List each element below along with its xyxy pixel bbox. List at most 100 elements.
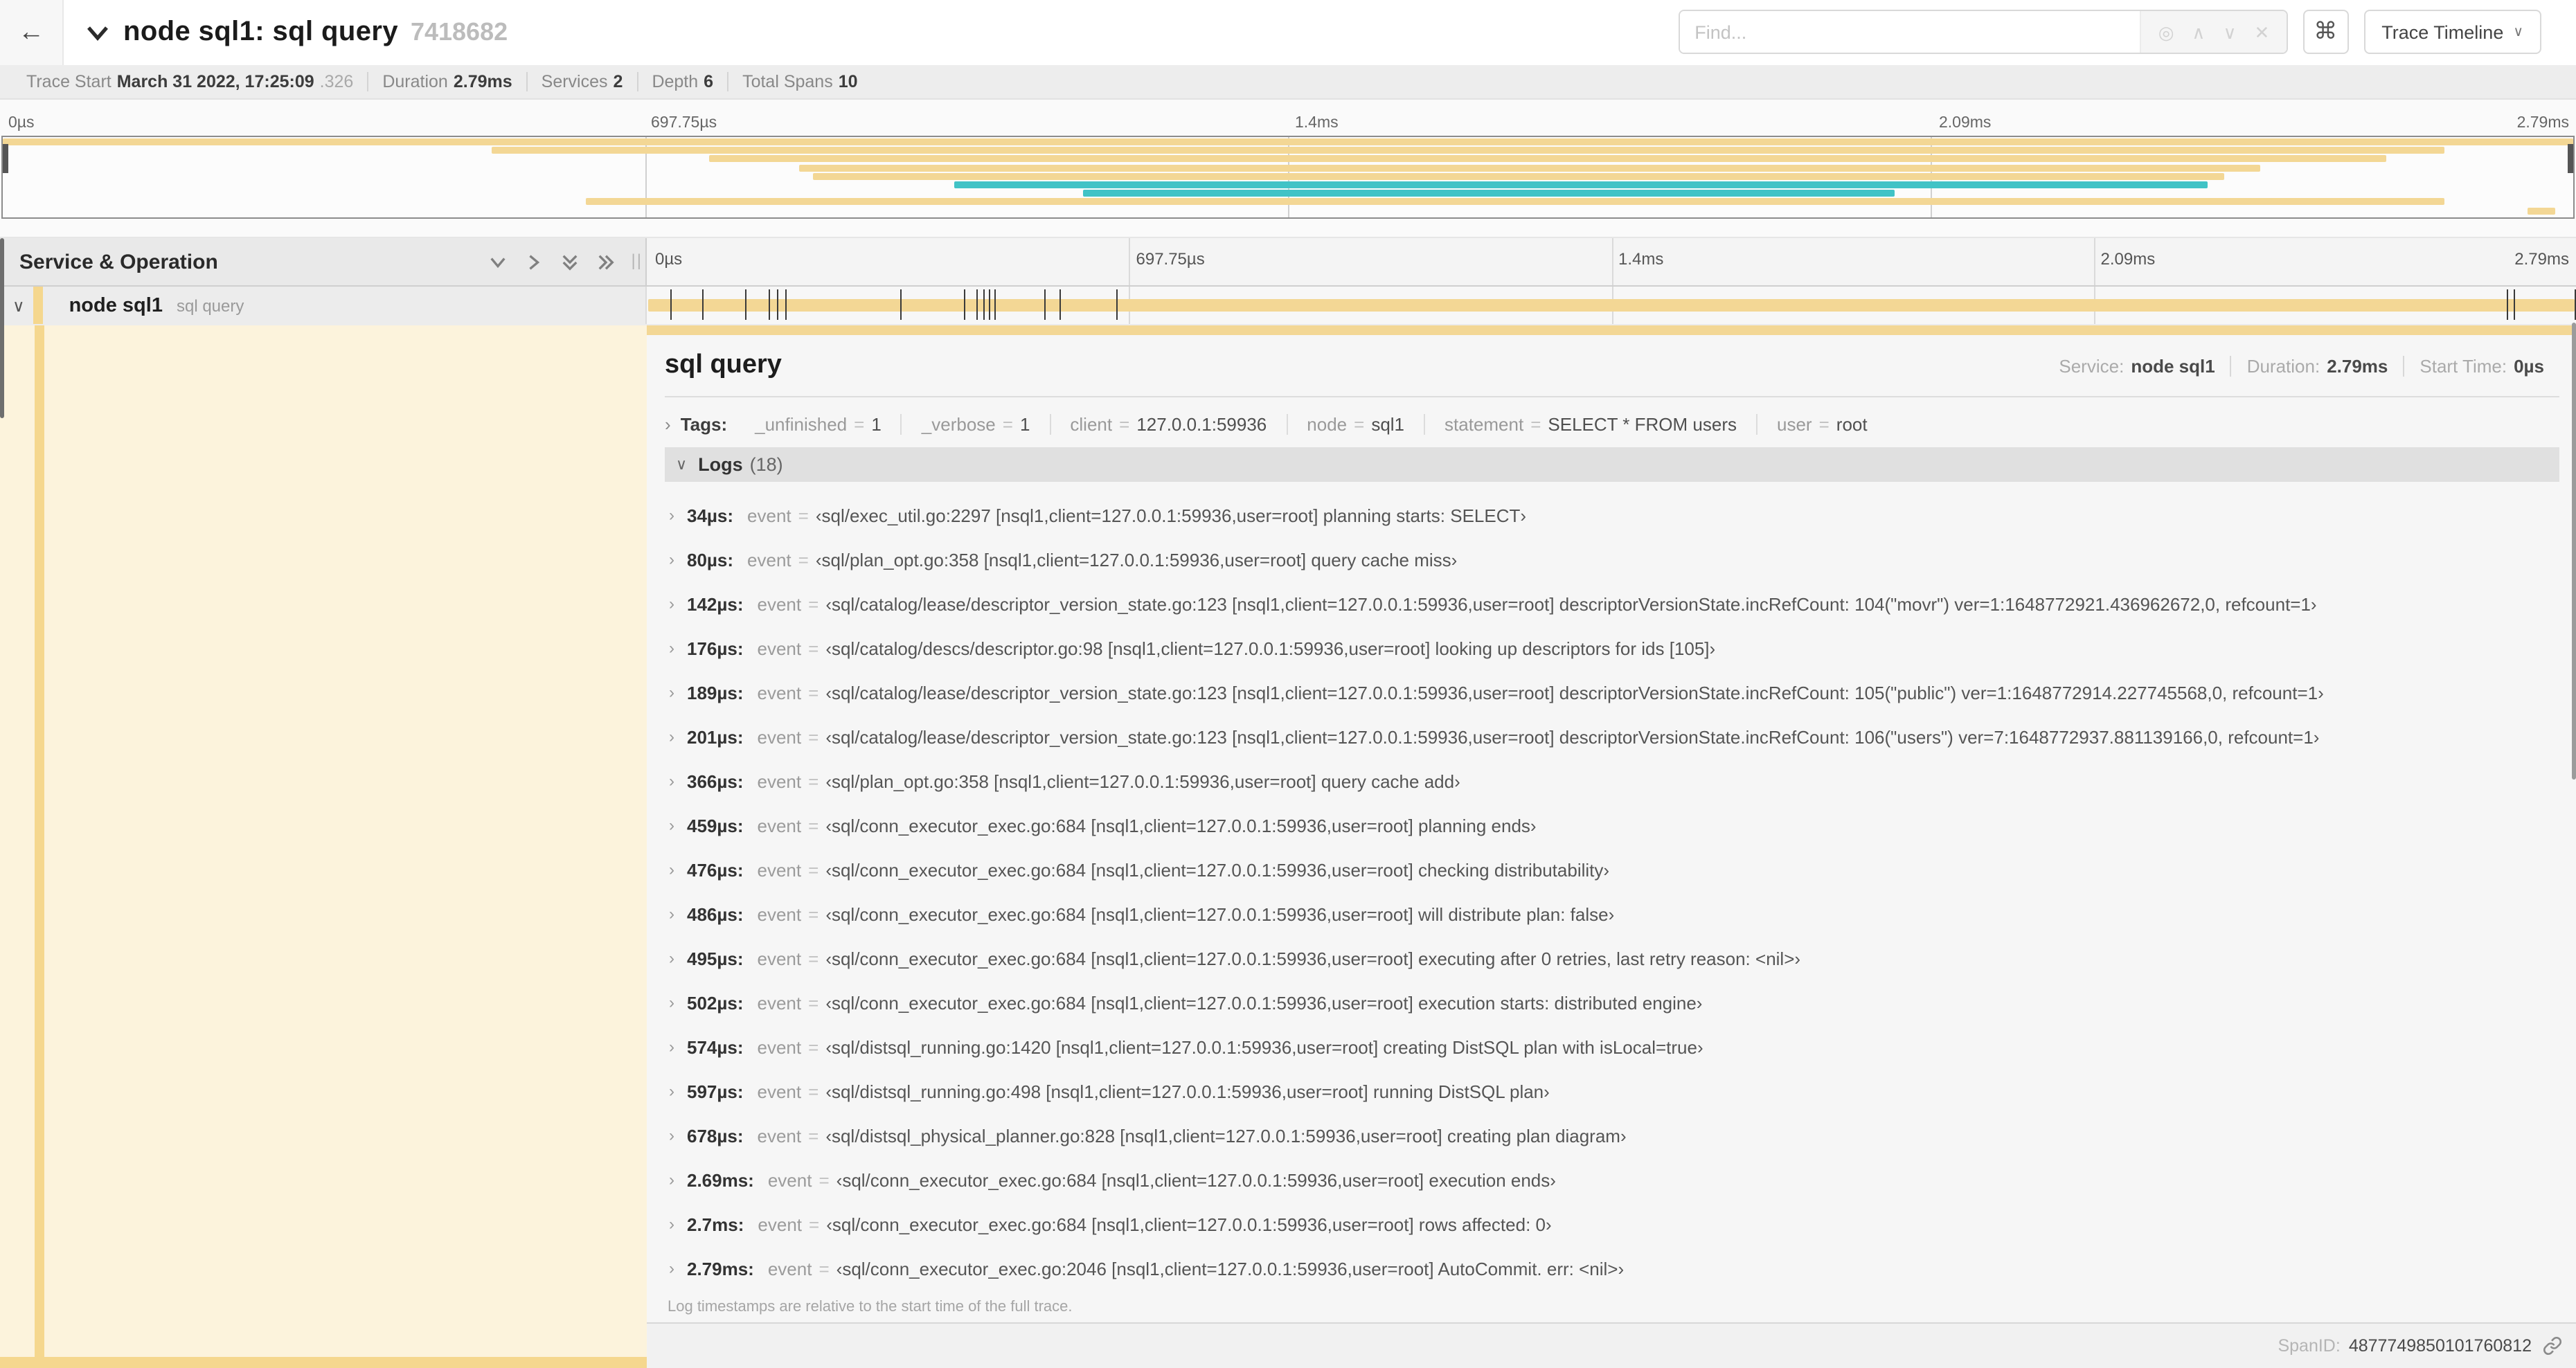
log-row[interactable]: › 176µs: event = ‹sql/catalog/descs/descript… [665, 626, 2559, 670]
minimap-span-bar [812, 172, 2224, 180]
log-equals: = [808, 682, 819, 703]
meta-value: 6 [704, 72, 714, 91]
trace-meta-item: Depth 6 [636, 72, 727, 91]
log-row[interactable]: › 597µs: event = ‹sql/distsql_running.go:498… [665, 1069, 2559, 1113]
log-row[interactable]: › 678µs: event = ‹sql/distsql_physical_plann… [665, 1113, 2559, 1158]
log-row[interactable]: › 2.69ms: event = ‹sql/conn_executor_exec.go… [665, 1158, 2559, 1202]
log-field-value: ‹sql/plan_opt.go:358 [nsql1,client=127.0… [825, 771, 1460, 791]
collapse-all-double-icon[interactable] [561, 253, 579, 271]
ruler-tick-label: 2.79ms [2514, 249, 2569, 269]
log-row[interactable]: › 34µs: event = ‹sql/exec_util.go:2297 [nsql… [665, 493, 2559, 537]
chevron-right-icon: › [669, 948, 674, 968]
expand-one-icon[interactable] [525, 253, 543, 271]
timeline-header: Service & Operation || 0µs 697.75µs 1.4ms 2… [0, 238, 2576, 287]
tag-key: user [1777, 413, 1812, 434]
right-scrollbar[interactable] [2572, 323, 2576, 780]
log-field-value: ‹sql/catalog/lease/descriptor_version_st… [825, 682, 2324, 703]
left-scrollbar[interactable] [0, 238, 4, 418]
tag-item[interactable]: client = 127.0.0.1:59936 [1049, 413, 1286, 434]
back-button[interactable]: ← [0, 0, 64, 65]
view-selector-button[interactable]: Trace Timeline ∨ [2363, 10, 2541, 54]
minimap-viewport-handle-left[interactable] [3, 144, 8, 173]
tags-row[interactable]: › Tags: _unfinished = 1 _verbose = 1 client = 12… [665, 406, 2559, 442]
span-row-timeline[interactable] [647, 287, 2576, 324]
link-icon[interactable] [2543, 1336, 2562, 1356]
log-equals: = [808, 1125, 819, 1146]
log-row[interactable]: › 366µs: event = ‹sql/plan_opt.go:358 [nsql1… [665, 759, 2559, 803]
detail-footer: SpanID: 4877749850101760812 [647, 1324, 2576, 1368]
chevron-right-icon: › [669, 1037, 674, 1056]
log-row[interactable]: › 142µs: event = ‹sql/catalog/lease/descript… [665, 582, 2559, 626]
trace-meta-item: Total Spans 10 [727, 72, 871, 91]
prev-match-icon[interactable]: ∧ [2192, 23, 2205, 41]
clear-find-icon[interactable]: ✕ [2254, 23, 2269, 41]
logs-header[interactable]: ∨ Logs (18) [665, 447, 2559, 482]
minimap-canvas[interactable] [1, 136, 2575, 219]
log-row[interactable]: › 459µs: event = ‹sql/conn_executor_exec.go:… [665, 803, 2559, 847]
trace-meta-item: Trace Start March 31 2022, 17:25:09 .326 [12, 72, 367, 91]
log-timestamp: 2.7ms: [687, 1214, 744, 1234]
span-row[interactable]: ∨ node sql1 sql query [0, 287, 2576, 325]
expand-all-double-icon[interactable] [597, 253, 615, 271]
chevron-right-icon: › [669, 771, 674, 791]
log-field-value: ‹sql/conn_executor_exec.go:684 [nsql1,cl… [826, 1214, 1552, 1234]
collapse-all-icon[interactable] [489, 253, 507, 271]
log-row[interactable]: › 189µs: event = ‹sql/catalog/lease/descript… [665, 670, 2559, 714]
log-row[interactable]: › 574µs: event = ‹sql/distsql_running.go:142… [665, 1025, 2559, 1069]
info-value: node sql1 [2131, 355, 2215, 376]
log-row[interactable]: › 486µs: event = ‹sql/conn_executor_exec.go:… [665, 892, 2559, 936]
log-marker-tick [994, 289, 996, 320]
log-equals: = [809, 1214, 820, 1234]
tag-item[interactable]: node = sql1 [1286, 413, 1424, 434]
log-equals: = [808, 726, 819, 747]
log-field-value: ‹sql/conn_executor_exec.go:684 [nsql1,cl… [825, 992, 1703, 1013]
log-equals: = [798, 505, 809, 525]
log-equals: = [808, 593, 819, 614]
tag-key: client [1070, 413, 1113, 434]
log-marker-tick [777, 289, 779, 320]
log-row[interactable]: › 2.79ms: event = ‹sql/conn_executor_exec.go… [665, 1246, 2559, 1290]
log-row[interactable]: › 476µs: event = ‹sql/conn_executor_exec.go:… [665, 847, 2559, 892]
tag-item[interactable]: user = root [1756, 413, 1887, 434]
tag-value: 1 [1019, 413, 1030, 434]
log-row[interactable]: › 495µs: event = ‹sql/conn_executor_exec.go:… [665, 936, 2559, 980]
tag-item[interactable]: _unfinished = 1 [735, 413, 901, 434]
log-field-key: event [757, 859, 802, 880]
detail-info: Service: node sql1 Duration: 2.79ms Start Ti… [2043, 355, 2559, 376]
log-timestamp: 366µs: [687, 771, 744, 791]
chevron-right-icon: › [669, 816, 674, 835]
log-row[interactable]: › 502µs: event = ‹sql/conn_executor_exec.go:… [665, 980, 2559, 1025]
chevron-right-icon: › [669, 860, 674, 879]
meta-value: 2.79ms [453, 72, 512, 91]
log-timestamp: 597µs: [687, 1081, 744, 1101]
minimap-viewport-handle-right[interactable] [2568, 144, 2573, 173]
minimap-span-bar [586, 198, 2445, 206]
keyboard-shortcuts-button[interactable]: ⌘ [2302, 10, 2349, 54]
log-marker-tick [2507, 289, 2509, 320]
log-row[interactable]: › 80µs: event = ‹sql/plan_opt.go:358 [nsql1,… [665, 537, 2559, 582]
info-label: Service: [2059, 355, 2125, 376]
log-row[interactable]: › 201µs: event = ‹sql/catalog/lease/descript… [665, 714, 2559, 759]
locate-icon[interactable]: ◎ [2158, 23, 2174, 41]
chevron-down-icon: ∨ [2513, 24, 2523, 39]
tag-equals: = [854, 413, 865, 434]
span-duration-bar[interactable] [648, 299, 2575, 312]
timeline-ruler: 0µs 697.75µs 1.4ms 2.09ms 2.79ms [647, 238, 2576, 285]
log-field-value: ‹sql/distsql_physical_planner.go:828 [ns… [825, 1125, 1627, 1146]
next-match-icon[interactable]: ∨ [2223, 23, 2236, 41]
chevron-down-icon[interactable]: ∨ [12, 296, 25, 315]
column-resize-handle[interactable]: || [632, 251, 643, 270]
meta-value-suffix: .326 [319, 72, 354, 91]
log-field-value: ‹sql/catalog/lease/descriptor_version_st… [825, 726, 2320, 747]
log-row[interactable]: › 2.7ms: event = ‹sql/conn_executor_exec.go:… [665, 1202, 2559, 1246]
tag-item[interactable]: statement = SELECT * FROM users [1424, 413, 1756, 434]
detail-row-right: sql query Service: node sql1 Duration: 2.79… [647, 325, 2576, 1368]
find-input[interactable] [1679, 11, 2140, 53]
ruler-tick-label: 0µs [655, 249, 683, 269]
ruler-tick-label: 2.09ms [2100, 249, 2156, 269]
chevron-right-icon: › [669, 993, 674, 1012]
tag-item[interactable]: _verbose = 1 [900, 413, 1050, 434]
collapse-trace-chevron[interactable] [86, 23, 109, 42]
trace-minimap: 0µs 697.75µs 1.4ms 2.09ms 2.79ms [0, 100, 2576, 238]
log-marker-tick [1059, 289, 1062, 320]
